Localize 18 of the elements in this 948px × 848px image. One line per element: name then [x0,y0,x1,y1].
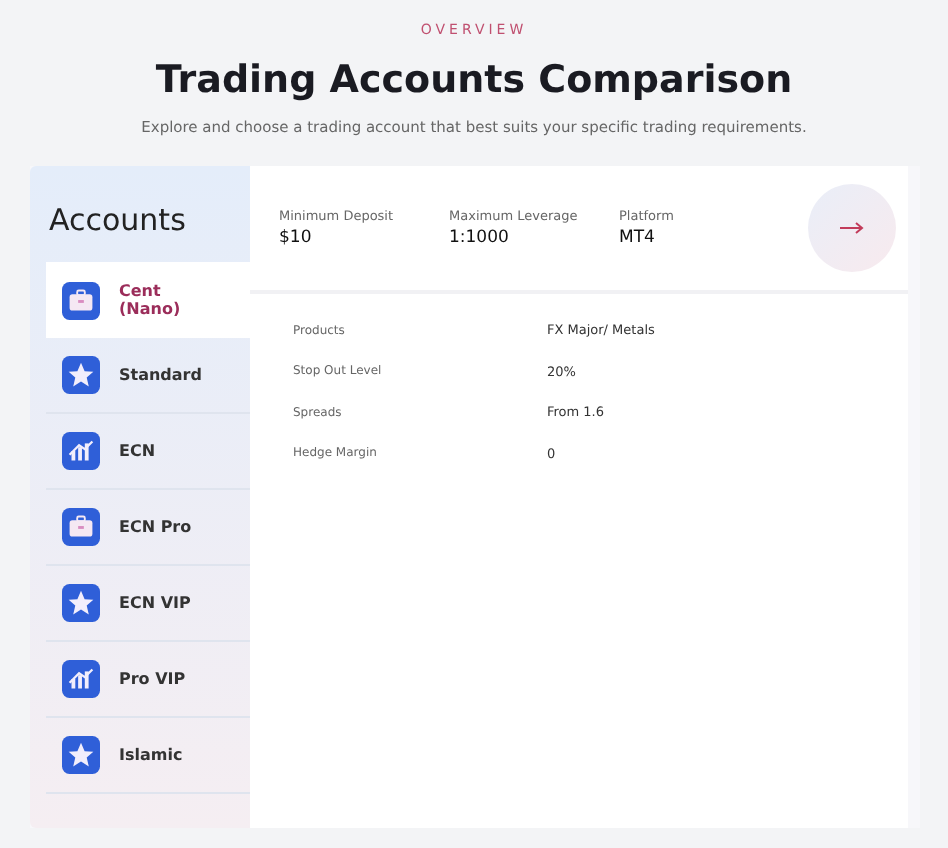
account-tab[interactable]: ECN VIP [45,566,249,642]
account-tab[interactable]: Pro VIP [45,642,249,718]
account-tab[interactable]: ECN [45,414,249,490]
summary-value: 1:1000 [449,228,511,248]
bar-chart-icon [61,660,99,698]
account-tab[interactable]: Islamic [45,718,249,794]
briefcase-icon [61,281,99,319]
account-tab[interactable]: Cent (Nano) [45,262,249,338]
page-title: Trading Accounts Comparison [155,56,793,104]
briefcase-icon [61,508,99,546]
account-tab[interactable]: ECN Pro [45,490,249,566]
summary-value: $10 [279,228,314,248]
bar-chart-icon [61,432,99,470]
account-tab[interactable]: Standard [45,338,249,414]
summary-value: MT4 [619,228,657,248]
arrow-right-icon [839,222,863,234]
sidebar-title: Accounts [47,202,188,242]
arrow-button[interactable] [807,184,895,272]
